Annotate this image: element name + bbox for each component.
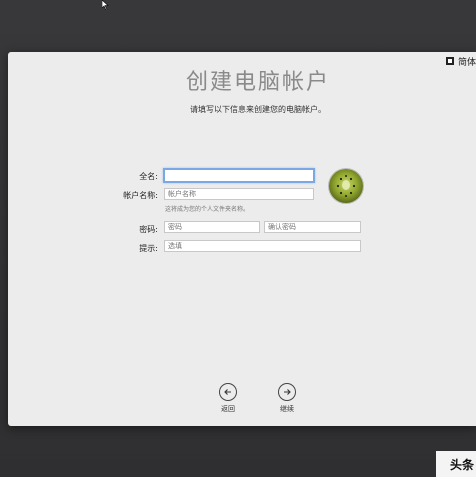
password-input[interactable] — [164, 221, 260, 233]
page-subtitle: 请填写以下信息来创建您的电脑帐户。 — [190, 105, 326, 114]
arrow-right-icon — [284, 389, 291, 395]
arrow-left-icon — [224, 389, 231, 395]
account-name-label: 帐户名称: — [123, 191, 158, 200]
account-name-input[interactable] — [164, 188, 314, 200]
back-button[interactable] — [219, 383, 237, 401]
page-title: 创建电脑帐户 — [185, 70, 330, 95]
setup-window: 简体 创建电脑帐户 请填写以下信息来创建您的电脑帐户。 全名: 帐户名称: 这将… — [8, 52, 476, 426]
continue-button[interactable] — [278, 383, 296, 401]
kiwi-avatar-icon — [329, 169, 363, 203]
account-name-hint: 这将成为您的个人文件夹名称。 — [165, 206, 250, 213]
password-label: 密码: — [139, 225, 158, 234]
fullname-label: 全名: — [139, 172, 158, 181]
mouse-pointer-icon — [102, 0, 109, 10]
password-hint-input[interactable] — [164, 240, 361, 252]
user-avatar[interactable] — [328, 168, 364, 204]
password-hint-label: 提示: — [139, 244, 158, 253]
watermark-logo: 头条 — [436, 451, 476, 477]
continue-label: 继续 — [280, 405, 294, 413]
verify-password-input[interactable] — [264, 221, 361, 233]
fullname-input[interactable] — [163, 168, 315, 183]
back-label: 返回 — [221, 405, 235, 413]
